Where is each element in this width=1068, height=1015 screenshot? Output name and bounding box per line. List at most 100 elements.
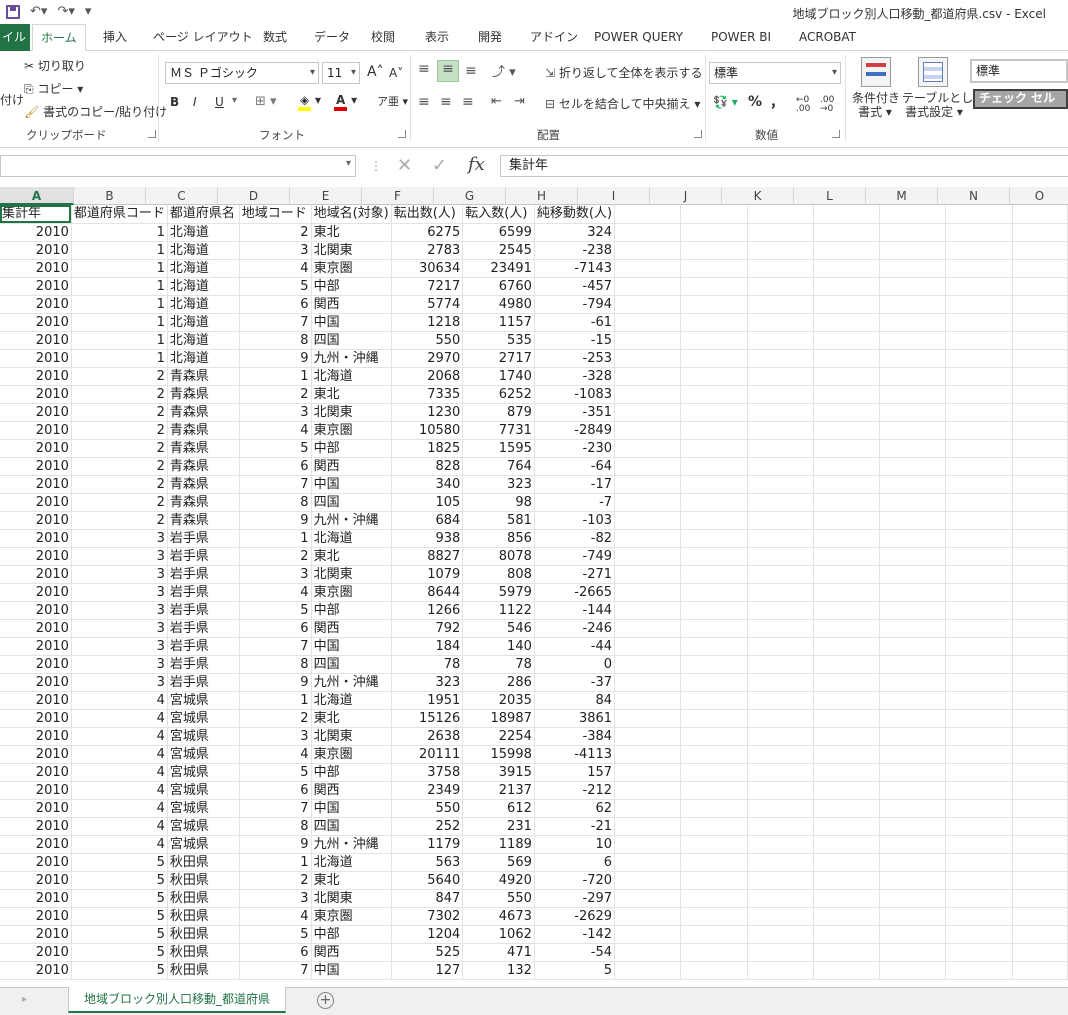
cell[interactable] [614,601,682,620]
tab-view[interactable]: 表示 [417,24,457,51]
cell[interactable] [945,277,1013,296]
cell[interactable] [813,709,881,728]
cell[interactable] [945,727,1013,746]
cell[interactable] [747,277,814,296]
cell[interactable] [879,781,947,800]
cell[interactable] [614,799,682,818]
cell[interactable]: 2010 [0,763,72,782]
cell[interactable] [879,727,947,746]
cell[interactable] [1012,313,1068,332]
cell[interactable]: 2010 [0,655,72,674]
cell[interactable] [813,403,881,422]
cell[interactable] [945,907,1013,926]
cell[interactable] [614,421,682,440]
cell[interactable]: 9 [239,673,312,692]
cell[interactable] [813,259,881,278]
cell[interactable]: 青森県 [167,493,240,512]
column-header-m[interactable]: M [866,187,938,205]
cell[interactable] [879,655,947,674]
cell[interactable]: 1062 [462,925,535,944]
cell[interactable]: 2010 [0,691,72,710]
cell[interactable] [747,529,814,548]
cell[interactable] [1012,295,1068,314]
cell[interactable] [879,313,947,332]
worksheet-grid[interactable]: A B C D E F G H I J K L M N O 集計年 都道府県コード 都道府県名 地域コード 地域名(対… [0,187,1068,987]
cell[interactable]: 北海道 [311,367,392,386]
cell[interactable]: -37 [534,673,616,692]
cell[interactable]: 青森県 [167,439,240,458]
cell[interactable] [747,835,814,854]
column-header-l[interactable]: L [794,187,866,205]
cell[interactable]: 105 [391,493,464,512]
cell[interactable]: 1079 [391,565,464,584]
cell[interactable] [879,223,947,242]
cell[interactable]: 北海道 [167,223,240,242]
cell[interactable] [879,601,947,620]
cell[interactable]: 3 [71,637,168,656]
cell[interactable] [747,511,814,530]
cell[interactable] [680,943,748,962]
cell[interactable]: 8078 [462,547,535,566]
cell[interactable] [813,295,881,314]
cell[interactable]: 581 [462,511,535,530]
cell[interactable]: 1951 [391,691,464,710]
cell[interactable]: 秋田県 [167,853,240,872]
cell[interactable]: 323 [462,475,535,494]
cell[interactable]: 2010 [0,367,72,386]
cell[interactable]: 20111 [391,745,464,764]
cell[interactable]: -384 [534,727,616,746]
cell[interactable] [1012,529,1068,548]
italic-button[interactable]: I [193,95,197,109]
cell[interactable] [614,259,682,278]
cell[interactable]: 6599 [462,223,535,242]
cell[interactable] [747,403,814,422]
cell[interactable]: 563 [391,853,464,872]
cell[interactable] [813,223,881,242]
cell[interactable] [813,601,881,620]
cell[interactable] [747,709,814,728]
cell[interactable]: -230 [534,439,616,458]
cell[interactable]: 7 [239,313,312,332]
cell[interactable] [747,583,814,602]
cell[interactable]: 4 [239,583,312,602]
cell[interactable]: 3 [71,565,168,584]
cell[interactable] [747,331,814,350]
cell[interactable] [813,205,881,224]
bold-button[interactable]: B [170,95,179,109]
cell[interactable] [879,961,947,980]
tab-layout[interactable]: ページ レイアウト [145,24,261,51]
cell[interactable] [614,655,682,674]
cell[interactable]: 3861 [534,709,616,728]
cell[interactable]: 地域コード [239,205,312,224]
cell[interactable]: 秋田県 [167,907,240,926]
cell[interactable]: 5 [239,439,312,458]
cell[interactable]: 252 [391,817,464,836]
cell[interactable]: 2010 [0,241,72,260]
cell[interactable] [879,241,947,260]
cell[interactable]: 546 [462,619,535,638]
cell[interactable] [614,241,682,260]
cell[interactable]: 東北 [311,709,392,728]
cell[interactable] [813,637,881,656]
cell[interactable] [680,583,748,602]
cell[interactable] [1012,691,1068,710]
cell[interactable]: -212 [534,781,616,800]
cell[interactable] [747,943,814,962]
cell[interactable] [680,961,748,980]
font-launcher-icon[interactable] [398,130,406,138]
cell[interactable] [680,313,748,332]
cell[interactable] [614,403,682,422]
column-header-b[interactable]: B [74,187,146,205]
cell[interactable] [1012,583,1068,602]
cell[interactable]: 2010 [0,619,72,638]
cell[interactable]: 北海道 [167,331,240,350]
cell[interactable] [1012,799,1068,818]
cell[interactable]: 1230 [391,403,464,422]
cell[interactable]: 2010 [0,511,72,530]
cell[interactable]: -44 [534,637,616,656]
cell[interactable] [680,727,748,746]
cell[interactable]: 6 [534,853,616,872]
cell[interactable]: 中部 [311,439,392,458]
cell[interactable] [1012,763,1068,782]
cell[interactable] [680,457,748,476]
